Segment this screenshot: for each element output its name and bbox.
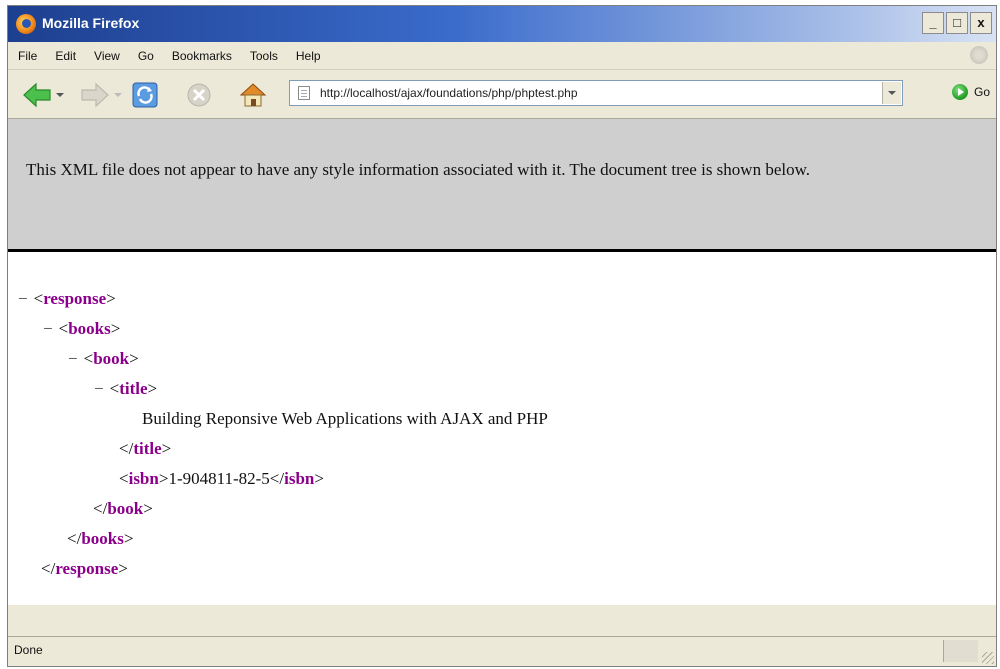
- navigation-toolbar: Go: [8, 70, 996, 119]
- home-button[interactable]: [238, 80, 268, 110]
- xml-document-tree: − <response> − <books> − <book> − <title> Bu…: [8, 252, 996, 605]
- go-button[interactable]: Go: [951, 84, 990, 100]
- page-icon: [298, 86, 310, 100]
- tree-node-isbn: <isbn>1-904811-82-5</isbn>: [119, 469, 324, 488]
- tree-node-books-open: − <books>: [43, 319, 121, 338]
- tree-node-response-open: − <response>: [18, 289, 116, 308]
- reload-icon: [132, 82, 158, 108]
- resize-grip-icon[interactable]: [982, 652, 994, 664]
- tag-isbn: isbn: [128, 469, 159, 488]
- menu-edit[interactable]: Edit: [55, 49, 76, 63]
- menu-bookmarks[interactable]: Bookmarks: [172, 49, 232, 63]
- tree-node-books-close: </books>: [67, 529, 134, 548]
- forward-dropdown[interactable]: [112, 80, 124, 110]
- tag-book-close: book: [107, 499, 144, 518]
- go-arrow-icon: [951, 84, 968, 100]
- menu-view[interactable]: View: [94, 49, 120, 63]
- menu-tools[interactable]: Tools: [250, 49, 278, 63]
- chevron-down-icon: [114, 93, 122, 97]
- throbber-icon: [970, 46, 988, 64]
- tree-node-book-close: </book>: [93, 499, 153, 518]
- window-controls: _ □ x: [922, 12, 992, 34]
- chevron-down-icon: [888, 91, 896, 95]
- maximize-button[interactable]: □: [946, 12, 968, 34]
- menu-bar: File Edit View Go Bookmarks Tools Help: [8, 42, 996, 70]
- tag-title-close: title: [133, 439, 162, 458]
- go-label: Go: [973, 85, 990, 99]
- minimize-button[interactable]: _: [922, 12, 944, 34]
- isbn-text: 1-904811-82-5: [168, 469, 270, 488]
- tree-node-title-close: </title>: [119, 439, 172, 458]
- chevron-down-icon: [56, 93, 64, 97]
- title-text: Building Reponsive Web Applications with…: [142, 409, 548, 428]
- back-dropdown[interactable]: [54, 80, 66, 110]
- back-button[interactable]: [22, 80, 52, 110]
- tag-title: title: [119, 379, 148, 398]
- tag-response-close: response: [55, 559, 119, 578]
- back-arrow-icon: [23, 82, 51, 108]
- url-history-dropdown[interactable]: [882, 82, 901, 104]
- home-icon: [239, 83, 267, 107]
- firefox-icon: [16, 14, 36, 34]
- tag-books: books: [68, 319, 111, 338]
- tag-response: response: [43, 289, 107, 308]
- window-title: Mozilla Firefox: [42, 15, 140, 31]
- xml-style-notice: This XML file does not appear to have an…: [8, 119, 996, 252]
- title-bar[interactable]: Mozilla Firefox _ □ x: [8, 6, 996, 42]
- tag-isbn-close: isbn: [284, 469, 315, 488]
- status-bar: Done: [8, 636, 996, 666]
- menu-help[interactable]: Help: [296, 49, 321, 63]
- browser-window: Mozilla Firefox _ □ x File Edit View Go …: [7, 5, 997, 667]
- tree-node-title-open: − <title>: [94, 379, 158, 398]
- url-input[interactable]: [320, 86, 882, 100]
- status-text: Done: [14, 643, 43, 657]
- collapse-toggle-books[interactable]: −: [43, 319, 53, 338]
- menu-file[interactable]: File: [18, 49, 37, 63]
- tag-books-close: books: [81, 529, 124, 548]
- reload-button[interactable]: [130, 80, 160, 110]
- stop-icon: [187, 83, 211, 107]
- close-button[interactable]: x: [970, 12, 992, 34]
- collapse-toggle-book[interactable]: −: [68, 349, 78, 368]
- tree-node-book-open: − <book>: [68, 349, 139, 368]
- tree-node-response-close: </response>: [41, 559, 128, 578]
- forward-arrow-icon: [81, 82, 109, 108]
- stop-button[interactable]: [184, 80, 214, 110]
- menu-go[interactable]: Go: [138, 49, 154, 63]
- status-panel: [943, 640, 978, 662]
- collapse-toggle-response[interactable]: −: [18, 289, 28, 308]
- tag-book: book: [93, 349, 130, 368]
- forward-button[interactable]: [80, 80, 110, 110]
- collapse-toggle-title[interactable]: −: [94, 379, 104, 398]
- url-bar[interactable]: [289, 80, 903, 106]
